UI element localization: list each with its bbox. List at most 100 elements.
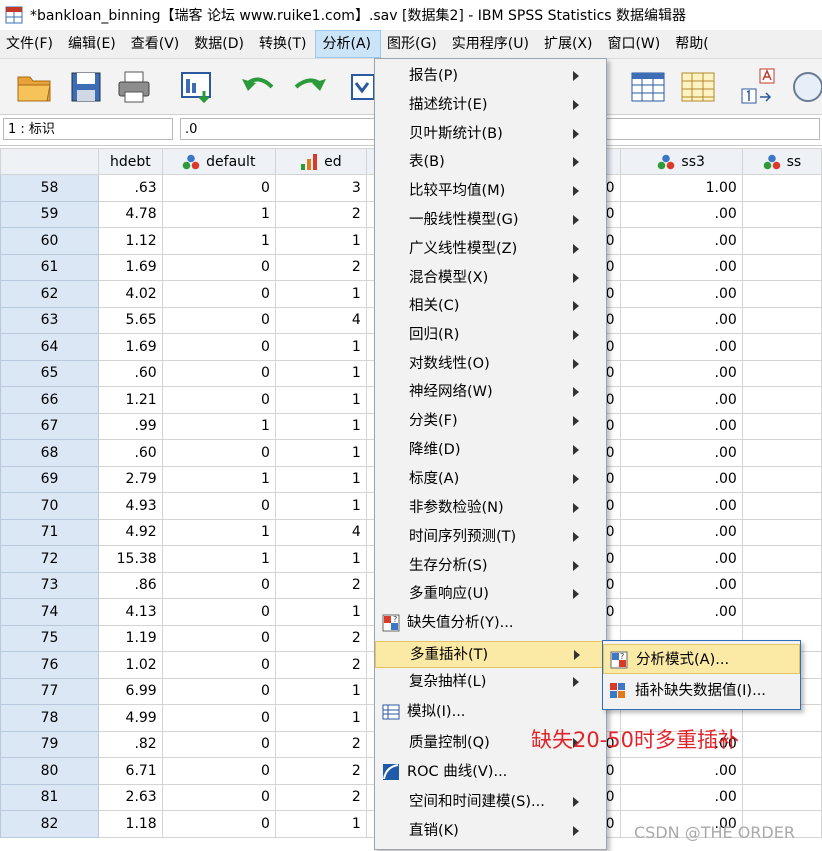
data-cell[interactable] (741, 333, 822, 361)
analyze-menu-item-9[interactable]: 回归(R) (375, 322, 606, 349)
row-header[interactable]: 62 (0, 280, 100, 308)
row-header[interactable]: 80 (0, 757, 100, 785)
row-header[interactable]: 81 (0, 783, 100, 811)
data-cell[interactable]: 0 (161, 598, 276, 626)
data-cell[interactable]: .00 (619, 518, 743, 546)
data-cell[interactable]: 0 (161, 333, 276, 361)
data-cell[interactable]: 1.02 (98, 651, 163, 679)
data-cell[interactable]: 1 (161, 200, 276, 228)
data-cell[interactable] (741, 730, 822, 758)
analyze-menu-item-10[interactable]: 对数线性(O) (375, 351, 606, 378)
analyze-menu-item-20[interactable]: 多重插补(T) (375, 641, 606, 668)
data-cell[interactable]: .63 (98, 174, 163, 202)
data-cell[interactable]: 2 (274, 651, 367, 679)
analyze-menu-item-24[interactable]: ROC 曲线(V)... (375, 759, 606, 786)
data-cell[interactable]: 0 (161, 492, 276, 520)
data-cell[interactable]: 1 (274, 704, 367, 732)
analyze-menu-item-3[interactable]: 表(B) (375, 149, 606, 176)
data-cell[interactable]: 1 (161, 412, 276, 440)
data-cell[interactable]: 2 (274, 624, 367, 652)
data-cell[interactable]: .00 (619, 280, 743, 308)
data-cell[interactable]: 1 (274, 333, 367, 361)
column-header-6[interactable]: ss3 (619, 148, 743, 175)
split-file-icon[interactable] (628, 67, 668, 107)
row-header[interactable]: 66 (0, 386, 100, 414)
data-cell[interactable] (741, 253, 822, 281)
menu-8[interactable]: 扩展(X) (538, 30, 602, 58)
analyze-menu-item-4[interactable]: 比较平均值(M) (375, 178, 606, 205)
data-cell[interactable]: 1 (161, 227, 276, 255)
row-header[interactable]: 72 (0, 545, 100, 573)
analyze-menu-item-6[interactable]: 广义线性模型(Z) (375, 236, 606, 263)
data-cell[interactable]: 6.99 (98, 677, 163, 705)
data-cell[interactable]: 1 (274, 227, 367, 255)
data-cell[interactable]: .00 (619, 571, 743, 599)
row-header[interactable]: 77 (0, 677, 100, 705)
data-cell[interactable] (741, 174, 822, 202)
data-cell[interactable]: .00 (619, 359, 743, 387)
data-cell[interactable]: 4.99 (98, 704, 163, 732)
data-cell[interactable]: 1.21 (98, 386, 163, 414)
data-cell[interactable]: .00 (619, 545, 743, 573)
data-cell[interactable]: .00 (619, 386, 743, 414)
analyze-menu-item-18[interactable]: 多重响应(U) (375, 581, 606, 608)
data-cell[interactable]: 1 (274, 810, 367, 838)
data-cell[interactable] (741, 359, 822, 387)
data-cell[interactable]: 2.63 (98, 783, 163, 811)
weight-cases-icon[interactable] (678, 67, 718, 107)
analyze-menu-item-8[interactable]: 相关(C) (375, 293, 606, 320)
data-cell[interactable]: 3 (274, 174, 367, 202)
data-cell[interactable]: .00 (619, 783, 743, 811)
row-header[interactable]: 64 (0, 333, 100, 361)
data-cell[interactable]: .00 (619, 465, 743, 493)
data-cell[interactable]: .00 (619, 598, 743, 626)
data-cell[interactable]: 4 (274, 518, 367, 546)
data-cell[interactable] (741, 280, 822, 308)
analyze-menu-item-0[interactable]: 报告(P) (375, 63, 606, 90)
data-cell[interactable]: 2 (274, 730, 367, 758)
row-header[interactable]: 65 (0, 359, 100, 387)
data-cell[interactable]: 1 (274, 359, 367, 387)
data-cell[interactable]: .00 (619, 227, 743, 255)
use-variable-sets-icon[interactable] (788, 67, 822, 107)
column-header-2[interactable]: default (161, 148, 276, 175)
row-header[interactable]: 79 (0, 730, 100, 758)
data-cell[interactable]: 0 (161, 253, 276, 281)
menu-6[interactable]: 图形(G) (381, 30, 446, 58)
analyze-menu-item-25[interactable]: 空间和时间建模(S)... (375, 789, 606, 816)
menu-5[interactable]: 分析(A) (315, 30, 381, 58)
data-cell[interactable]: 0 (161, 174, 276, 202)
data-cell[interactable]: 1 (274, 386, 367, 414)
save-icon[interactable] (66, 67, 106, 107)
analyze-menu-item-19[interactable]: ? 缺失值分析(Y)... (375, 610, 606, 637)
data-cell[interactable]: .86 (98, 571, 163, 599)
data-cell[interactable]: 1 (274, 598, 367, 626)
row-header[interactable]: 68 (0, 439, 100, 467)
data-cell[interactable]: 4.78 (98, 200, 163, 228)
data-cell[interactable]: .99 (98, 412, 163, 440)
data-cell[interactable]: 1 (161, 465, 276, 493)
analyze-menu-item-11[interactable]: 神经网络(W) (375, 379, 606, 406)
row-header[interactable]: 70 (0, 492, 100, 520)
column-header-7[interactable]: ss (741, 148, 822, 175)
data-cell[interactable] (741, 783, 822, 811)
data-cell[interactable]: .00 (619, 439, 743, 467)
data-cell[interactable] (741, 412, 822, 440)
data-cell[interactable]: 1 (274, 412, 367, 440)
imputation-menu-item-1[interactable]: 插补缺失数据值(I)... (603, 676, 800, 706)
data-cell[interactable]: .00 (619, 200, 743, 228)
analyze-menu-item-13[interactable]: 降维(D) (375, 437, 606, 464)
goto-case-icon[interactable] (348, 67, 374, 107)
redo-icon[interactable] (290, 67, 330, 107)
data-cell[interactable] (741, 227, 822, 255)
data-cell[interactable]: 0 (161, 704, 276, 732)
data-cell[interactable]: 0 (161, 386, 276, 414)
column-header-0[interactable] (0, 148, 100, 175)
data-cell[interactable]: 1.00 (619, 174, 743, 202)
row-header[interactable]: 60 (0, 227, 100, 255)
menu-4[interactable]: 转换(T) (253, 30, 315, 58)
data-cell[interactable]: .60 (98, 359, 163, 387)
analyze-menu-item-2[interactable]: 贝叶斯统计(B) (375, 121, 606, 148)
data-cell[interactable]: 0 (161, 677, 276, 705)
data-cell[interactable]: 1 (161, 518, 276, 546)
